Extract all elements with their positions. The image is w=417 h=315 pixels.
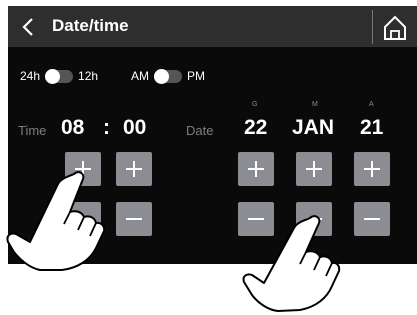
format-12h-label: 12h bbox=[78, 69, 99, 83]
minus-icon bbox=[75, 218, 91, 220]
hour-format-toggle-group: 24h 12h bbox=[20, 68, 99, 84]
toggle-knob bbox=[45, 68, 61, 84]
hours-decrease-button[interactable] bbox=[65, 202, 101, 236]
meridiem-toggle-group: AM PM bbox=[131, 68, 205, 84]
month-value: JAN bbox=[292, 116, 335, 139]
plus-icon bbox=[126, 161, 142, 177]
year-caption: A bbox=[369, 101, 374, 108]
meridiem-toggle[interactable] bbox=[154, 68, 182, 84]
time-separator: : bbox=[103, 116, 110, 139]
back-button[interactable] bbox=[18, 14, 40, 40]
minutes-value: 00 bbox=[123, 116, 147, 139]
page-title: Date/time bbox=[52, 16, 129, 35]
plus-icon bbox=[364, 161, 380, 177]
date-label: Date bbox=[186, 123, 214, 138]
minus-icon bbox=[126, 218, 142, 220]
home-button[interactable] bbox=[372, 10, 413, 44]
minus-icon bbox=[364, 218, 380, 220]
plus-icon bbox=[306, 161, 322, 177]
year-increase-button[interactable] bbox=[354, 152, 390, 186]
hours-value: 08 bbox=[61, 116, 85, 139]
pm-label: PM bbox=[187, 69, 205, 83]
device-screen: Date/time 24h 12h AM PM Time 08 : 00 Dat… bbox=[8, 6, 417, 264]
hour-format-toggle[interactable] bbox=[45, 68, 74, 84]
day-caption: G bbox=[252, 101, 258, 108]
home-icon bbox=[384, 15, 406, 40]
chevron-left-icon bbox=[22, 18, 33, 36]
day-value: 22 bbox=[244, 116, 268, 139]
time-label: Time bbox=[18, 123, 47, 138]
plus-icon bbox=[248, 161, 264, 177]
year-decrease-button[interactable] bbox=[354, 202, 390, 236]
day-increase-button[interactable] bbox=[238, 152, 274, 186]
hours-increase-button[interactable] bbox=[65, 152, 101, 186]
month-decrease-button[interactable] bbox=[296, 202, 332, 236]
minus-icon bbox=[248, 218, 264, 220]
minutes-decrease-button[interactable] bbox=[116, 202, 152, 236]
header-bar: Date/time bbox=[8, 6, 417, 47]
minutes-increase-button[interactable] bbox=[116, 152, 152, 186]
format-24h-label: 24h bbox=[20, 69, 41, 83]
plus-icon bbox=[75, 161, 91, 177]
toggle-knob bbox=[154, 68, 169, 84]
am-label: AM bbox=[131, 69, 149, 83]
month-increase-button[interactable] bbox=[296, 152, 332, 186]
year-value: 21 bbox=[360, 116, 384, 139]
day-decrease-button[interactable] bbox=[238, 202, 274, 236]
minus-icon bbox=[306, 218, 322, 220]
month-caption: M bbox=[312, 101, 318, 108]
